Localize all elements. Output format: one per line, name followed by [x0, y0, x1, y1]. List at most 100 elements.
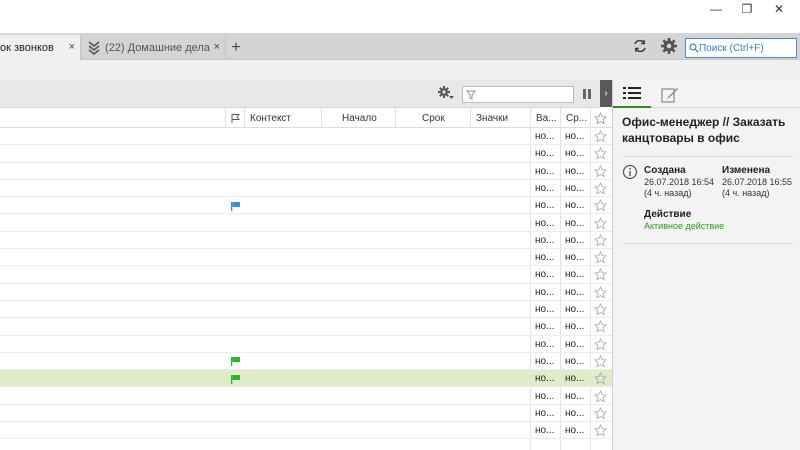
urgency-cell[interactable]: но... — [565, 388, 591, 405]
table-row[interactable]: но... но... — [0, 336, 612, 353]
table-row[interactable]: но... но... — [0, 318, 612, 336]
urgency-cell[interactable]: но... — [565, 180, 591, 197]
urgency-cell[interactable]: но... — [565, 318, 591, 335]
urgency-cell[interactable]: но... — [565, 336, 591, 353]
importance-cell[interactable]: но... — [535, 336, 561, 353]
table-row[interactable]: но... но... — [0, 388, 612, 405]
star-icon[interactable] — [592, 180, 608, 197]
table-row[interactable]: но... но... — [0, 128, 612, 146]
table-row[interactable]: но... но... — [0, 301, 612, 319]
gear-icon[interactable] — [660, 37, 678, 55]
column-icons[interactable]: Значки — [470, 108, 530, 128]
filter-field[interactable] — [462, 86, 574, 103]
table-row[interactable]: но... но... — [0, 405, 612, 423]
close-window-button[interactable]: ✕ — [763, 0, 795, 18]
column-urgency[interactable]: Ср... — [560, 108, 590, 128]
star-icon[interactable] — [592, 215, 608, 232]
importance-cell[interactable]: но... — [535, 128, 561, 145]
importance-cell[interactable]: но... — [535, 284, 561, 301]
table-row[interactable]: но... но... — [0, 145, 612, 163]
importance-cell[interactable]: но... — [535, 215, 561, 232]
table-row[interactable]: но... но... — [0, 266, 612, 284]
sync-icon[interactable] — [632, 38, 648, 54]
flag-icon[interactable] — [230, 370, 244, 387]
urgency-cell[interactable]: но... — [565, 405, 591, 422]
table-row[interactable]: но... но... — [0, 180, 612, 198]
search-field[interactable] — [685, 38, 797, 58]
urgency-cell[interactable]: но... — [565, 266, 591, 283]
table-row[interactable]: но... но... — [0, 197, 612, 215]
urgency-cell[interactable]: но... — [565, 215, 591, 232]
maximize-button[interactable]: ❐ — [731, 0, 763, 18]
tab-details[interactable] — [613, 80, 651, 108]
importance-cell[interactable]: но... — [535, 266, 561, 283]
tab-edit[interactable] — [651, 80, 689, 108]
star-icon[interactable] — [592, 422, 608, 439]
flag-icon[interactable] — [230, 353, 244, 370]
star-icon[interactable] — [592, 370, 608, 387]
urgency-cell[interactable]: но... — [565, 128, 591, 145]
table-row[interactable]: но... но... — [0, 163, 612, 180]
filter-input[interactable] — [476, 89, 566, 100]
search-input[interactable] — [699, 42, 794, 54]
table-row[interactable]: но... но... — [0, 215, 612, 232]
importance-cell[interactable]: но... — [535, 353, 561, 370]
add-tab-button[interactable]: + — [227, 35, 245, 60]
star-icon[interactable] — [592, 266, 608, 283]
column-due[interactable]: Срок — [395, 108, 470, 128]
importance-cell[interactable]: но... — [535, 388, 561, 405]
urgency-cell[interactable]: но... — [565, 370, 591, 387]
column-start[interactable]: Начало — [321, 108, 395, 128]
column-context[interactable]: Контекст — [244, 108, 321, 128]
importance-cell[interactable]: но... — [535, 405, 561, 422]
column-settings-icon[interactable] — [437, 85, 455, 101]
importance-cell[interactable]: но... — [535, 301, 561, 318]
urgency-cell[interactable]: но... — [565, 197, 591, 214]
tab-home-tasks[interactable]: (22) Домашние дела × — [81, 35, 226, 60]
urgency-cell[interactable]: но... — [565, 249, 591, 266]
close-tab-icon[interactable]: × — [214, 41, 220, 53]
urgency-cell[interactable]: но... — [565, 163, 591, 180]
importance-cell[interactable]: но... — [535, 145, 561, 162]
importance-cell[interactable]: но... — [535, 180, 561, 197]
urgency-cell[interactable]: но... — [565, 232, 591, 249]
urgency-cell[interactable]: но... — [565, 422, 591, 439]
urgency-cell[interactable]: но... — [565, 284, 591, 301]
importance-cell[interactable]: но... — [535, 232, 561, 249]
importance-cell[interactable]: но... — [535, 197, 561, 214]
star-icon[interactable] — [592, 405, 608, 422]
table-row[interactable]: но... но... — [0, 353, 612, 371]
star-icon[interactable] — [592, 318, 608, 335]
importance-cell[interactable]: но... — [535, 318, 561, 335]
importance-cell[interactable]: но... — [535, 249, 561, 266]
table-row[interactable]: но... но... — [0, 249, 612, 267]
importance-cell[interactable]: но... — [535, 163, 561, 180]
star-icon[interactable] — [592, 388, 608, 405]
urgency-cell[interactable]: но... — [565, 353, 591, 370]
star-column-header[interactable] — [590, 108, 612, 128]
star-icon[interactable] — [592, 301, 608, 318]
action-value[interactable]: Активное действие — [644, 221, 724, 231]
column-importance[interactable]: Ва... — [530, 108, 560, 128]
collapse-panel-button[interactable]: › — [600, 80, 612, 107]
star-icon[interactable] — [592, 128, 608, 145]
star-icon[interactable] — [592, 284, 608, 301]
star-icon[interactable] — [592, 336, 608, 353]
star-icon[interactable] — [592, 232, 608, 249]
table-row[interactable]: но... но... — [0, 370, 612, 388]
star-icon[interactable] — [592, 163, 608, 180]
table-row[interactable]: но... но... — [0, 284, 612, 301]
urgency-cell[interactable]: но... — [565, 145, 591, 162]
table-row[interactable]: но... но... — [0, 422, 612, 440]
star-icon[interactable] — [592, 197, 608, 214]
importance-cell[interactable]: но... — [535, 422, 561, 439]
minimize-button[interactable]: — — [700, 0, 732, 18]
flag-icon[interactable] — [230, 197, 244, 214]
importance-cell[interactable]: но... — [535, 370, 561, 387]
star-icon[interactable] — [592, 353, 608, 370]
table-row[interactable]: но... но... — [0, 232, 612, 250]
star-icon[interactable] — [592, 249, 608, 266]
flag-column-header[interactable] — [225, 108, 244, 128]
tab-call-list[interactable]: ок звонков × — [0, 35, 81, 60]
urgency-cell[interactable]: но... — [565, 301, 591, 318]
